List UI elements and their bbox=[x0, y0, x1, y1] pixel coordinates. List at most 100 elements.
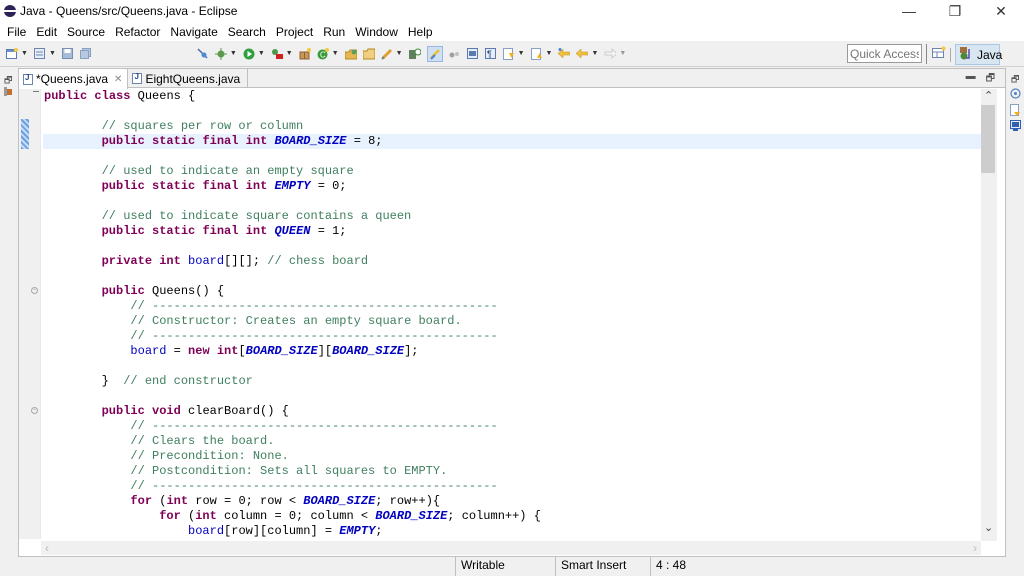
package-explorer-icon[interactable] bbox=[3, 86, 13, 100]
code-line[interactable]: // -------------------------------------… bbox=[43, 419, 981, 434]
maximize-editor-icon[interactable]: 🗗 bbox=[986, 71, 995, 88]
fold-toggle-icon[interactable]: − bbox=[31, 287, 38, 294]
horizontal-scrollbar[interactable]: ‹ › bbox=[41, 541, 981, 555]
open-type-icon[interactable] bbox=[33, 48, 46, 60]
scroll-left-icon[interactable]: ‹ bbox=[45, 541, 49, 555]
restore-right-icon[interactable]: 🗗 bbox=[1011, 72, 1019, 88]
tab-eightqueens-java[interactable]: EightQueens.java bbox=[128, 69, 249, 88]
run-dropdown-icon[interactable]: ▼ bbox=[258, 50, 265, 57]
menu-search[interactable]: Search bbox=[223, 25, 271, 39]
save-all-icon[interactable] bbox=[80, 48, 92, 60]
code-line[interactable]: // squares per row or column bbox=[43, 119, 981, 134]
menu-file[interactable]: File bbox=[2, 25, 31, 39]
forward-icon[interactable] bbox=[604, 48, 617, 60]
declaration-icon[interactable] bbox=[1010, 104, 1021, 119]
menu-source[interactable]: Source bbox=[62, 25, 110, 39]
prev-annotation-dropdown-icon[interactable]: ▼ bbox=[546, 50, 553, 57]
maximize-button[interactable]: ❐ bbox=[932, 0, 978, 22]
code-line[interactable]: public class Queens { bbox=[43, 89, 981, 104]
java-perspective-button[interactable]: Java bbox=[955, 44, 1002, 65]
javadoc-icon[interactable] bbox=[1010, 88, 1021, 102]
code-line[interactable] bbox=[43, 104, 981, 119]
minimize-editor-icon[interactable]: ▬ bbox=[966, 71, 976, 88]
next-annotation-dropdown-icon[interactable]: ▼ bbox=[518, 50, 525, 57]
vertical-scrollbar[interactable]: ⌃ ⌄ bbox=[981, 89, 997, 541]
minimize-button[interactable]: — bbox=[886, 0, 932, 22]
code-line[interactable] bbox=[43, 359, 981, 374]
code-editor[interactable]: public class Queens { // squares per row… bbox=[43, 89, 981, 539]
show-whitespace-icon[interactable]: ¶ bbox=[485, 48, 497, 60]
scroll-down-icon[interactable]: ⌄ bbox=[984, 521, 993, 534]
search-dropdown-icon[interactable]: ▼ bbox=[396, 50, 403, 57]
back-icon[interactable] bbox=[576, 48, 589, 60]
code-line[interactable] bbox=[43, 239, 981, 254]
code-line[interactable] bbox=[43, 389, 981, 404]
quick-access-input[interactable] bbox=[847, 44, 922, 63]
last-edit-location-icon[interactable] bbox=[558, 48, 571, 60]
code-line[interactable]: private int board[][]; // chess board bbox=[43, 254, 981, 269]
prev-annotation-icon[interactable] bbox=[530, 47, 543, 60]
close-button[interactable]: ✕ bbox=[978, 0, 1024, 22]
new-class-dropdown-icon[interactable]: ▼ bbox=[332, 50, 339, 57]
open-folder-icon[interactable] bbox=[362, 48, 375, 60]
new-java-package-icon[interactable] bbox=[299, 47, 311, 60]
code-line[interactable]: // -------------------------------------… bbox=[43, 479, 981, 494]
code-line[interactable] bbox=[43, 149, 981, 164]
search-pen-icon[interactable] bbox=[380, 48, 393, 60]
code-line[interactable]: // Clears the board. bbox=[43, 434, 981, 449]
next-annotation-icon[interactable] bbox=[502, 47, 515, 60]
new-java-class-icon[interactable]: C bbox=[317, 47, 329, 60]
code-line[interactable] bbox=[43, 194, 981, 209]
debug-dropdown-icon[interactable]: ▼ bbox=[230, 50, 237, 57]
code-line[interactable]: public void clearBoard() { bbox=[43, 404, 981, 419]
block-selection-icon[interactable] bbox=[467, 48, 479, 60]
code-line[interactable]: // Postcondition: Sets all squares to EM… bbox=[43, 464, 981, 479]
code-line[interactable]: public Queens() { bbox=[43, 284, 981, 299]
open-task-icon[interactable] bbox=[344, 48, 357, 60]
close-tab-icon[interactable]: ✕ bbox=[114, 74, 122, 85]
word-wrap-icon[interactable] bbox=[449, 48, 461, 60]
open-dropdown-icon[interactable]: ▼ bbox=[49, 50, 56, 57]
menu-navigate[interactable]: Navigate bbox=[165, 25, 222, 39]
vertical-scroll-thumb[interactable] bbox=[981, 105, 995, 173]
open-perspective-tool-icon[interactable] bbox=[408, 48, 421, 60]
forward-dropdown-icon[interactable]: ▼ bbox=[619, 50, 626, 57]
debug-icon[interactable] bbox=[214, 47, 227, 60]
menu-edit[interactable]: Edit bbox=[31, 25, 62, 39]
code-line[interactable]: } // end constructor bbox=[43, 374, 981, 389]
new-icon[interactable] bbox=[6, 48, 18, 60]
back-dropdown-icon[interactable]: ▼ bbox=[591, 50, 598, 57]
toggle-mark-occurrences-icon[interactable] bbox=[426, 45, 443, 62]
menu-help[interactable]: Help bbox=[403, 25, 438, 39]
console-icon[interactable] bbox=[1009, 119, 1022, 134]
tab-queens-java[interactable]: *Queens.java ✕ bbox=[19, 69, 129, 89]
run-icon[interactable] bbox=[243, 48, 255, 60]
code-line[interactable]: for (int column = 0; column < BOARD_SIZE… bbox=[43, 509, 981, 524]
skip-breakpoints-icon[interactable] bbox=[197, 48, 209, 60]
menu-refactor[interactable]: Refactor bbox=[110, 25, 165, 39]
new-dropdown-icon[interactable]: ▼ bbox=[21, 50, 28, 57]
code-line[interactable]: board[row][column] = EMPTY; bbox=[43, 524, 981, 539]
code-line[interactable]: board = new int[BOARD_SIZE][BOARD_SIZE]; bbox=[43, 344, 981, 359]
scroll-right-icon[interactable]: › bbox=[973, 541, 977, 555]
open-perspective-icon[interactable] bbox=[932, 46, 946, 60]
code-line[interactable]: // used to indicate an empty square bbox=[43, 164, 981, 179]
code-line[interactable]: // -------------------------------------… bbox=[43, 299, 981, 314]
menu-project[interactable]: Project bbox=[271, 25, 318, 39]
code-line[interactable]: for (int row = 0; row < BOARD_SIZE; row+… bbox=[43, 494, 981, 509]
code-line[interactable] bbox=[43, 269, 981, 284]
code-line[interactable]: public static final int EMPTY = 0; bbox=[43, 179, 981, 194]
code-line[interactable]: public static final int QUEEN = 1; bbox=[43, 224, 981, 239]
scroll-up-icon[interactable]: ⌃ bbox=[984, 89, 993, 102]
external-tools-dropdown-icon[interactable]: ▼ bbox=[286, 50, 293, 57]
code-line[interactable]: // used to indicate square contains a qu… bbox=[43, 209, 981, 224]
save-icon[interactable] bbox=[62, 48, 74, 60]
code-line[interactable]: public static final int BOARD_SIZE = 8; bbox=[43, 134, 981, 149]
code-line[interactable]: // -------------------------------------… bbox=[43, 329, 981, 344]
menu-window[interactable]: Window bbox=[350, 25, 403, 39]
fold-toggle-icon[interactable]: − bbox=[31, 407, 38, 414]
menu-run[interactable]: Run bbox=[318, 25, 350, 39]
code-line[interactable]: // Constructor: Creates an empty square … bbox=[43, 314, 981, 329]
external-tools-icon[interactable] bbox=[271, 48, 283, 60]
code-line[interactable]: // Precondition: None. bbox=[43, 449, 981, 464]
